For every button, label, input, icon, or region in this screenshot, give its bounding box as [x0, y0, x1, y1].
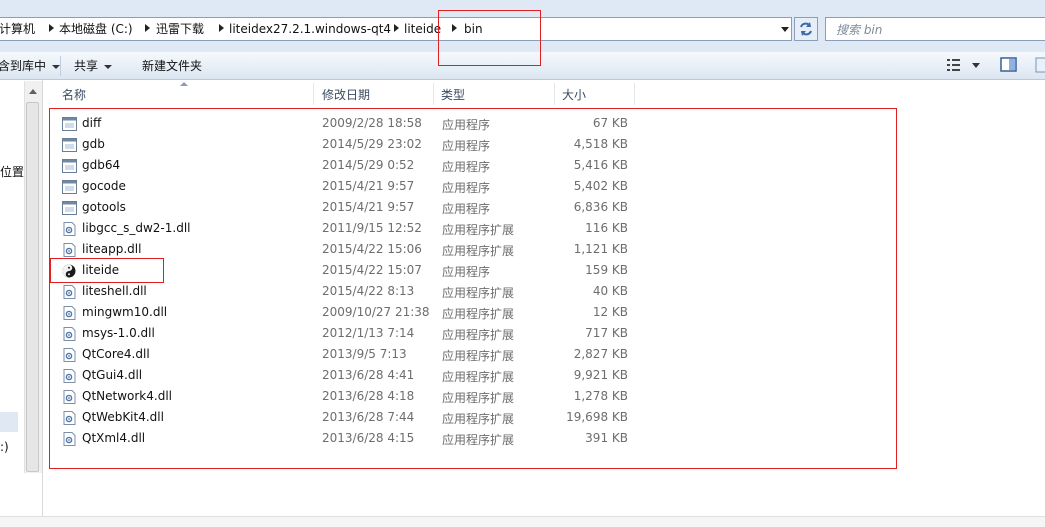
new-folder-button[interactable]: 新建文件夹 — [142, 57, 202, 74]
column-divider[interactable] — [634, 83, 635, 105]
toolbar-divider — [60, 56, 61, 76]
chevron-down-icon — [52, 64, 61, 69]
column-divider[interactable] — [433, 83, 434, 105]
include-in-library-button[interactable]: 包含到库中 — [0, 57, 61, 74]
preview-pane-icon — [1000, 57, 1017, 72]
status-bar — [0, 516, 1045, 527]
breadcrumb-separator-icon[interactable] — [145, 24, 150, 32]
column-divider[interactable] — [554, 83, 555, 105]
chevron-down-icon — [781, 27, 789, 32]
column-header-type[interactable]: 类型 — [441, 86, 465, 103]
annotation-box-liteide — [50, 258, 164, 283]
nav-item-location[interactable]: 位置 — [0, 163, 24, 180]
share-button[interactable]: 共享 — [74, 57, 113, 74]
column-header-modified[interactable]: 修改日期 — [322, 86, 370, 103]
chevron-down-icon — [104, 64, 113, 69]
address-dropdown-button[interactable] — [778, 22, 792, 36]
column-header-name[interactable]: 名称 — [62, 86, 86, 103]
breadcrumb-separator-icon[interactable] — [394, 24, 399, 32]
help-button[interactable] — [1034, 56, 1045, 77]
nav-scrollbar-thumb[interactable] — [26, 102, 39, 472]
nav-selection-highlight — [0, 412, 18, 432]
sort-ascending-icon — [180, 82, 188, 86]
annotation-box-bin — [438, 10, 541, 66]
search-placeholder: 搜索 bin — [836, 23, 883, 37]
refresh-button[interactable] — [794, 17, 818, 41]
breadcrumb-computer[interactable]: 计算机 — [0, 21, 35, 37]
pane-divider[interactable] — [42, 80, 43, 526]
search-input[interactable]: 搜索 bin — [825, 17, 1045, 41]
column-header-size[interactable]: 大小 — [562, 86, 586, 103]
refresh-icon — [800, 22, 812, 36]
column-header: 名称 修改日期 类型 大小 — [50, 83, 1045, 106]
breadcrumb-separator-icon[interactable] — [219, 24, 224, 32]
scroll-up-icon[interactable] — [26, 85, 41, 99]
breadcrumb-liteide[interactable]: liteide — [404, 21, 441, 37]
help-icon — [1035, 57, 1045, 73]
view-list-icon — [947, 59, 980, 71]
breadcrumb-xunlei-download[interactable]: 迅雷下载 — [156, 21, 204, 37]
view-options-button[interactable] — [946, 57, 980, 76]
breadcrumb-local-disk[interactable]: 本地磁盘 (C:) — [59, 21, 133, 37]
preview-pane-button[interactable] — [1000, 56, 1018, 77]
column-divider[interactable] — [313, 83, 314, 105]
breadcrumb-separator-icon[interactable] — [49, 24, 54, 32]
nav-item-drive[interactable]: :) — [0, 440, 9, 454]
address-bar[interactable]: 计算机 本地磁盘 (C:) 迅雷下载 liteidex27.2.1.window… — [0, 17, 792, 41]
breadcrumb-liteidex-folder[interactable]: liteidex27.2.1.windows-qt4 — [229, 21, 391, 37]
annotation-box-files — [49, 108, 897, 469]
